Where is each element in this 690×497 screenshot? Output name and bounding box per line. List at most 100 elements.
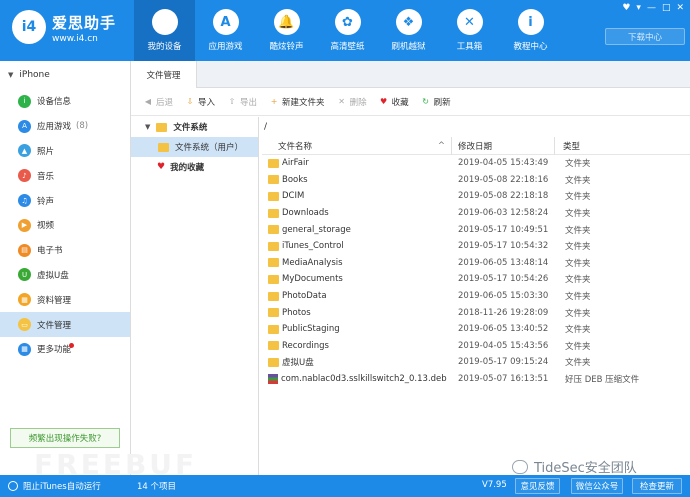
file-type: 文件夹 bbox=[565, 258, 591, 269]
file-date: 2019-06-05 15:03:30 bbox=[458, 291, 549, 302]
folder-icon bbox=[268, 357, 279, 367]
tools-icon: ✕ bbox=[456, 9, 483, 35]
toolbar-label: 删除 bbox=[349, 97, 367, 108]
device-selector[interactable]: ▼ iPhone bbox=[0, 61, 130, 89]
block-itunes-label: 阻止iTunes自动运行 bbox=[23, 482, 101, 492]
music-icon: ♪ bbox=[18, 169, 31, 183]
folder-icon bbox=[268, 291, 279, 301]
nav-item-3[interactable]: ✿ 高清壁纸 bbox=[317, 0, 378, 61]
file-name-cell: MediaAnalysis bbox=[262, 258, 458, 268]
folder-icon bbox=[158, 142, 169, 152]
menu-icon[interactable]: ▾ bbox=[636, 3, 641, 13]
sidebar-item-9[interactable]: ▭ 文件管理 bbox=[0, 312, 130, 337]
sidebar-item-3[interactable]: ♪ 音乐 bbox=[0, 163, 130, 188]
nav-item-0[interactable]: 我的设备 bbox=[134, 0, 195, 61]
feedback-button[interactable]: 意见反馈 bbox=[515, 478, 560, 494]
nav-item-5[interactable]: ✕ 工具箱 bbox=[439, 0, 500, 61]
sidebar-item-0[interactable]: i 设备信息 bbox=[0, 89, 130, 114]
table-row[interactable]: PublicStaging 2019-06-05 13:40:52 文件夹 bbox=[262, 321, 690, 338]
table-row[interactable]: DCIM 2019-05-08 22:18:18 文件夹 bbox=[262, 188, 690, 205]
sidebar-item-label: 铃声 bbox=[37, 196, 55, 207]
tree-node-0[interactable]: ▼ 文件系统 bbox=[131, 117, 258, 137]
folder-icon bbox=[268, 225, 279, 235]
table-row[interactable]: Recordings 2019-04-05 15:43:56 文件夹 bbox=[262, 338, 690, 355]
version-label: V7.95 bbox=[482, 480, 507, 490]
i4-logo: i4 bbox=[12, 10, 46, 44]
sidebar-item-8[interactable]: ▦ 资料管理 bbox=[0, 287, 130, 312]
flower-icon: ✿ bbox=[334, 9, 361, 35]
file-date: 2019-04-05 15:43:56 bbox=[458, 340, 549, 351]
sidebar: ▼ iPhone i 设备信息 A 应用游戏 (8) ▲ 照片 ♪ 音乐 ♫ 铃声 ▶ 视频 ▤ 电子书 U 虚… bbox=[0, 61, 131, 475]
table-header: 文件名称 ^ 修改日期 类型 bbox=[262, 136, 690, 155]
block-itunes-checkbox[interactable]: 阻止iTunes自动运行 bbox=[8, 480, 101, 492]
wechat-account-button[interactable]: 微信公众号 bbox=[571, 478, 623, 494]
file-name-cell: Downloads bbox=[262, 208, 458, 218]
favorite-icon: ♥ bbox=[379, 97, 388, 106]
toolbar-button-1[interactable]: ⇩ 导入 bbox=[185, 96, 215, 108]
table-row[interactable]: 虚拟U盘 2019-05-17 09:15:24 文件夹 bbox=[262, 354, 690, 371]
table-row[interactable]: Photos 2018-11-26 19:28:09 文件夹 bbox=[262, 304, 690, 321]
file-type: 文件夹 bbox=[565, 192, 591, 203]
table-row[interactable]: MyDocuments 2019-05-17 10:54:26 文件夹 bbox=[262, 271, 690, 288]
table-row[interactable]: PhotoData 2019-06-05 15:03:30 文件夹 bbox=[262, 288, 690, 305]
expand-caret-icon[interactable]: ▼ bbox=[145, 123, 150, 131]
file-date: 2019-05-17 10:54:26 bbox=[458, 274, 549, 285]
toolbar-label: 导出 bbox=[240, 97, 258, 108]
file-name: MediaAnalysis bbox=[282, 257, 343, 268]
favorite-window-icon[interactable]: ♥ bbox=[622, 3, 630, 13]
close-icon[interactable]: ✕ bbox=[676, 3, 684, 13]
sidebar-item-10[interactable]: ▦ 更多功能 bbox=[0, 337, 130, 362]
tree-node-1[interactable]: 文件系统（用户） bbox=[131, 137, 258, 157]
tree-node-2[interactable]: ♥ 我的收藏 bbox=[131, 157, 258, 177]
tab-file-manage[interactable]: 文件管理 bbox=[131, 61, 197, 88]
folder-icon bbox=[156, 122, 168, 132]
file-date: 2018-11-26 19:28:09 bbox=[458, 307, 549, 318]
folder-icon bbox=[268, 324, 279, 334]
nav-item-6[interactable]: i 教程中心 bbox=[500, 0, 561, 61]
sidebar-item-5[interactable]: ▶ 视频 bbox=[0, 213, 130, 238]
file-date: 2019-04-05 15:43:49 bbox=[458, 158, 549, 169]
folder-tree: ▼ 文件系统 文件系统（用户） ♥ 我的收藏 bbox=[131, 117, 259, 475]
table-row[interactable]: MediaAnalysis 2019-06-05 13:48:14 文件夹 bbox=[262, 255, 690, 272]
toolbar-button-3[interactable]: + 新建文件夹 bbox=[269, 96, 325, 108]
nav-label: 工具箱 bbox=[456, 42, 483, 52]
nav-item-4[interactable]: ❖ 刷机越狱 bbox=[378, 0, 439, 61]
app-store-icon: A bbox=[212, 9, 239, 35]
column-date-header[interactable]: 修改日期 bbox=[452, 136, 555, 155]
data-manage-icon: ▦ bbox=[18, 293, 31, 307]
toolbar-button-2[interactable]: ⇧ 导出 bbox=[227, 96, 257, 108]
table-row[interactable]: Downloads 2019-06-03 12:58:24 文件夹 bbox=[262, 205, 690, 222]
column-name-header[interactable]: 文件名称 ^ bbox=[262, 136, 452, 155]
sidebar-item-2[interactable]: ▲ 照片 bbox=[0, 139, 130, 164]
file-list: / 文件名称 ^ 修改日期 类型 AirFair 2019-04-05 15:43… bbox=[260, 117, 690, 475]
minimize-icon[interactable]: — bbox=[647, 3, 656, 13]
table-row[interactable]: AirFair 2019-04-05 15:43:49 文件夹 bbox=[262, 155, 690, 172]
file-name: iTunes_Control bbox=[282, 241, 344, 252]
toolbar-button-6[interactable]: ↻ 刷新 bbox=[421, 96, 450, 108]
sidebar-item-7[interactable]: U 虚拟U盘 bbox=[0, 263, 130, 288]
column-type-header[interactable]: 类型 bbox=[555, 137, 675, 155]
check-update-button[interactable]: 检查更新 bbox=[632, 478, 682, 494]
table-row[interactable]: com.nablac0d3.sslkillswitch2_0.13.deb 201… bbox=[262, 371, 690, 388]
toolbar-button-0[interactable]: ◀ 后退 bbox=[143, 96, 173, 108]
sidebar-item-1[interactable]: A 应用游戏 (8) bbox=[0, 114, 130, 139]
maximize-icon[interactable]: □ bbox=[662, 3, 671, 13]
nav-label: 高清壁纸 bbox=[330, 42, 365, 52]
nav-item-2[interactable]: 🔔 酷炫铃声 bbox=[256, 0, 317, 61]
main-panel: 文件管理 ◀ 后退 ⇩ 导入 ⇧ 导出 + 新建文件夹 ✕ 删除 ♥ 收藏 ↻ 刷新 ▼ 文件系统 文件系统（… bbox=[131, 61, 690, 475]
download-center-button[interactable]: 下载中心 bbox=[605, 28, 685, 45]
toolbar-button-5[interactable]: ♥ 收藏 bbox=[379, 96, 409, 108]
tree-node-label: 我的收藏 bbox=[170, 163, 205, 173]
more-icon: ▦ bbox=[18, 342, 31, 356]
table-row[interactable]: iTunes_Control 2019-05-17 10:54:32 文件夹 bbox=[262, 238, 690, 255]
table-row[interactable]: Books 2019-05-08 22:18:16 文件夹 bbox=[262, 172, 690, 189]
toolbar-button-4[interactable]: ✕ 删除 bbox=[337, 96, 367, 108]
file-date: 2019-06-05 13:48:14 bbox=[458, 257, 549, 268]
nav-item-1[interactable]: A 应用游戏 bbox=[195, 0, 256, 61]
top-header: i4 爱思助手 www.i4.cn 我的设备 A 应用游戏 🔔 酷炫铃声 ✿ 高清壁纸 ❖ 刷机… bbox=[0, 0, 690, 61]
file-name: Photos bbox=[282, 307, 311, 318]
operation-failed-help-button[interactable]: 频繁出现操作失败? bbox=[10, 428, 120, 448]
sidebar-item-4[interactable]: ♫ 铃声 bbox=[0, 188, 130, 213]
sidebar-item-6[interactable]: ▤ 电子书 bbox=[0, 238, 130, 263]
table-row[interactable]: general_storage 2019-05-17 10:49:51 文件夹 bbox=[262, 221, 690, 238]
